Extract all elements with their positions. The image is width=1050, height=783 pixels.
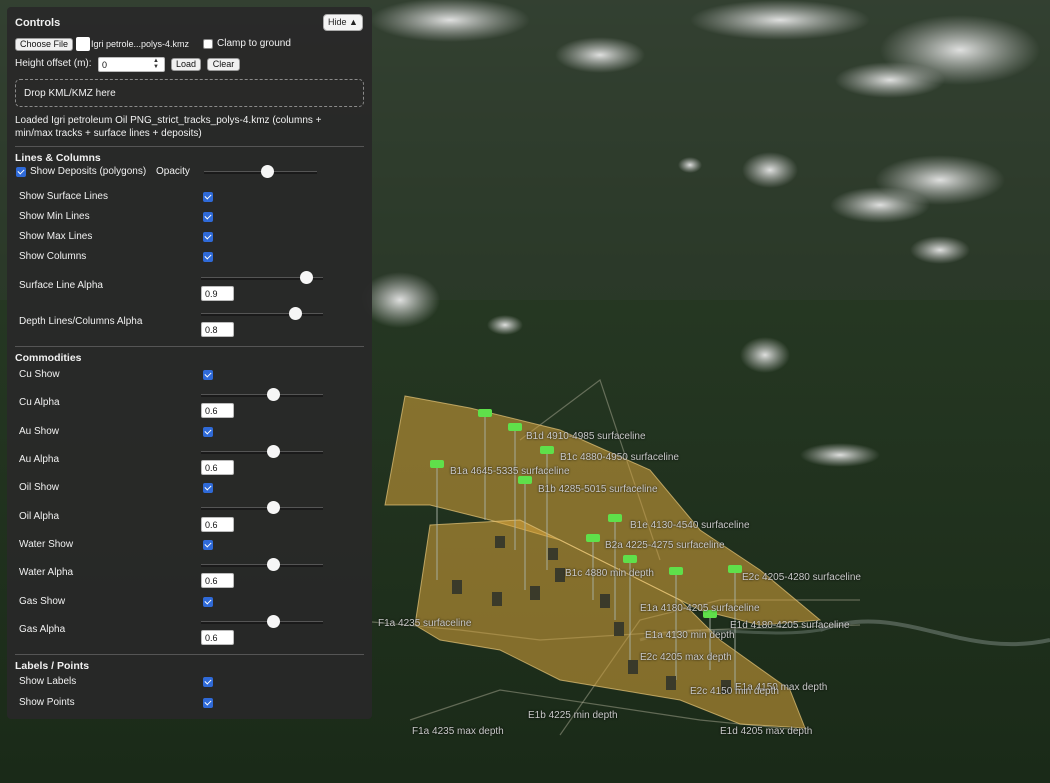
clear-button[interactable]: Clear [207,58,240,71]
drop-zone-label: Drop KML/KMZ here [24,88,116,99]
choose-file-button[interactable]: Choose File [15,38,73,51]
clamp-label: Clamp to ground [217,38,291,49]
height-offset-label: Height offset (m): [15,58,92,69]
commodity-show-label: Au Show [19,426,60,437]
depth-alpha-slider-track[interactable] [201,313,323,316]
load-button[interactable]: Load [171,58,201,71]
map-label: F1a 4235 max depth [412,726,504,737]
cu-alpha-slider-thumb[interactable] [267,388,280,401]
show-deposits-checkbox[interactable] [16,167,26,177]
map-label: E1a 4130 min depth [645,630,735,641]
au-show-checkbox[interactable] [203,427,213,437]
commodity-alpha-label: Oil Alpha [19,511,60,522]
depth-alpha-input[interactable]: 0.8 [201,322,234,337]
toggle-label: Show Columns [19,251,87,262]
opacity-label: Opacity [156,166,190,177]
surface-alpha-input[interactable]: 0.9 [201,286,234,301]
gas-alpha-slider-thumb[interactable] [267,615,280,628]
opacity-slider-thumb[interactable] [261,165,274,178]
commodity-alpha-label: Water Alpha [19,567,74,578]
map-label: B1c 4880-4950 surfaceline [560,452,679,463]
commodities-header: Commodities [15,352,82,364]
depth-alpha-slider-thumb[interactable] [289,307,302,320]
map-label: B1b 4285-5015 surfaceline [538,484,658,495]
au-alpha-input[interactable]: 0.6 [201,460,234,475]
commodity-show-label: Gas Show [19,596,66,607]
depth-alpha-label: Depth Lines/Columns Alpha [19,316,143,327]
map-label: E1d 4180-4205 surfaceline [730,620,850,631]
show-surface-lines-checkbox[interactable] [203,192,213,202]
water-alpha-slider-thumb[interactable] [267,558,280,571]
clamp-checkbox[interactable] [203,39,213,49]
water-alpha-slider-track[interactable] [201,564,323,567]
map-label: E1a 4180-4205 surfaceline [640,603,760,614]
map-label: B2a 4225-4275 surfaceline [605,540,725,551]
map-label: B1e 4130-4540 surfaceline [630,520,750,531]
map-label: B1a 4645-5335 surfaceline [450,466,570,477]
file-color-swatch [76,37,90,51]
oil-alpha-slider-thumb[interactable] [267,501,280,514]
status-text: Loaded Igri petroleum Oil PNG_strict_tra… [15,115,322,139]
divider [15,654,364,655]
au-alpha-slider-thumb[interactable] [267,445,280,458]
show-points-label: Show Points [19,697,75,708]
show-columns-checkbox[interactable] [203,252,213,262]
gas-show-checkbox[interactable] [203,597,213,607]
map-label: E2c 4205 max depth [640,652,732,663]
water-show-checkbox[interactable] [203,540,213,550]
panel-title: Controls [15,17,61,29]
labels-points-header: Labels / Points [15,660,90,672]
cu-alpha-input[interactable]: 0.6 [201,403,234,418]
show-labels-label: Show Labels [19,676,77,687]
commodity-show-label: Water Show [19,539,74,550]
au-alpha-slider-track[interactable] [201,451,323,454]
divider [15,146,364,147]
gas-alpha-slider-track[interactable] [201,621,323,624]
show-min-lines-checkbox[interactable] [203,212,213,222]
show-max-lines-checkbox[interactable] [203,232,213,242]
show-points-checkbox[interactable] [203,698,213,708]
map-label: E1b 4225 min depth [528,710,618,721]
commodity-alpha-label: Au Alpha [19,454,60,465]
show-labels-checkbox[interactable] [203,677,213,687]
commodity-alpha-label: Gas Alpha [19,624,66,635]
toggle-label: Show Surface Lines [19,191,108,202]
height-offset-stepper-icon[interactable]: ▲ ▼ [153,58,159,70]
water-alpha-input[interactable]: 0.6 [201,573,234,588]
oil-alpha-slider-track[interactable] [201,507,323,510]
toggle-label: Show Max Lines [19,231,93,242]
toggle-label: Show Min Lines [19,211,90,222]
map-label: B1c 4880 min depth [565,568,654,579]
surface-alpha-label: Surface Line Alpha [19,280,103,291]
oil-show-checkbox[interactable] [203,483,213,493]
commodity-alpha-label: Cu Alpha [19,397,60,408]
drop-zone[interactable]: Drop KML/KMZ here [15,79,364,107]
controls-panel: Controls Hide ▲ Choose File Igri petrole… [7,7,372,719]
map-label: F1a 4235 surfaceline [378,618,472,629]
selected-file-name: Igri petrole...polys-4.kmz [91,39,190,49]
map-label: E2c 4150 min depth [690,686,779,697]
hide-button[interactable]: Hide ▲ [323,14,363,31]
map-label: E1d 4205 max depth [720,726,813,737]
oil-alpha-input[interactable]: 0.6 [201,517,234,532]
lines-columns-header: Lines & Columns [15,152,101,164]
commodity-show-label: Cu Show [19,369,60,380]
cu-alpha-slider-track[interactable] [201,394,323,397]
show-deposits-label: Show Deposits (polygons) [30,166,147,177]
map-label: B1d 4910-4985 surfaceline [526,431,646,442]
divider [15,346,364,347]
cu-show-checkbox[interactable] [203,370,213,380]
surface-alpha-slider-thumb[interactable] [300,271,313,284]
gas-alpha-input[interactable]: 0.6 [201,630,234,645]
map-label: E2c 4205-4280 surfaceline [742,572,861,583]
commodity-show-label: Oil Show [19,482,60,493]
